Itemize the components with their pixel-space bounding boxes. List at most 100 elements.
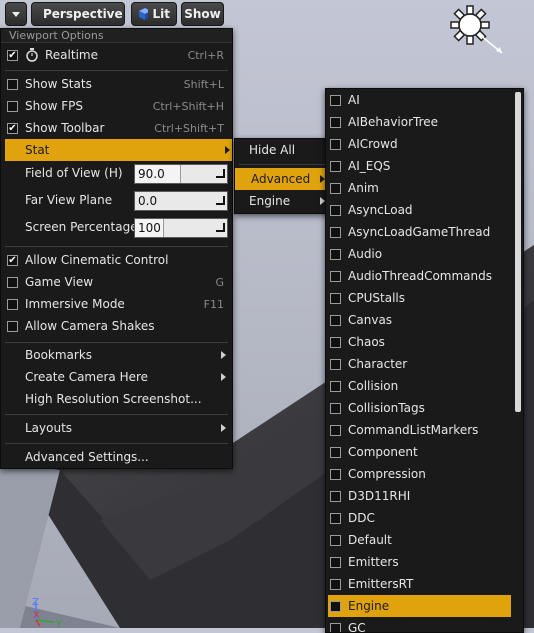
stat-checkbox[interactable] <box>330 249 341 260</box>
stat-checkbox[interactable] <box>330 381 341 392</box>
advanced-stat-item[interactable]: Default <box>328 529 511 551</box>
realtime-clock-icon <box>25 48 39 62</box>
show-fps-checkbox[interactable] <box>7 101 18 112</box>
screen-percentage-spinbox[interactable]: 100 <box>134 218 228 238</box>
advanced-stat-label: AsyncLoadGameThread <box>348 225 490 239</box>
stat-checkbox[interactable] <box>330 227 341 238</box>
stat-label: Stat <box>7 143 49 157</box>
advanced-stat-item[interactable]: CommandListMarkers <box>328 419 511 441</box>
game-view-item[interactable]: Game View G <box>5 271 228 293</box>
show-button[interactable]: Show <box>181 2 224 26</box>
allow-cinematic-checkbox[interactable] <box>7 255 18 266</box>
advanced-stat-item[interactable]: Anim <box>328 177 511 199</box>
show-fps-item[interactable]: Show FPS Ctrl+Shift+H <box>5 95 228 117</box>
advanced-stat-item[interactable]: Engine <box>328 595 511 617</box>
scrollbar[interactable] <box>515 92 521 412</box>
advanced-stats-submenu: AIAIBehaviorTreeAICrowdAI_EQSAnim AsyncLo… <box>325 88 524 633</box>
stat-checkbox[interactable] <box>330 117 341 128</box>
advanced-item[interactable]: Advanced <box>235 168 327 190</box>
advanced-stat-item[interactable]: Audio <box>328 243 511 265</box>
show-stats-item[interactable]: Show Stats Shift+L <box>5 73 228 95</box>
viewport-options-dropdown[interactable] <box>5 2 27 26</box>
far-view-plane-label: Far View Plane <box>7 193 112 207</box>
stat-checkbox[interactable] <box>330 205 341 216</box>
stat-checkbox[interactable] <box>330 579 341 590</box>
camera-shakes-checkbox[interactable] <box>7 321 18 332</box>
create-camera-item[interactable]: Create Camera Here <box>5 366 228 388</box>
stat-checkbox[interactable] <box>330 535 341 546</box>
advanced-stat-item[interactable]: Emitters <box>328 551 511 573</box>
stat-checkbox[interactable] <box>330 491 341 502</box>
hires-screenshot-item[interactable]: High Resolution Screenshot... <box>5 388 228 410</box>
show-toolbar-item[interactable]: Show Toolbar Ctrl+Shift+T <box>5 117 228 139</box>
stat-checkbox[interactable] <box>330 425 341 436</box>
advanced-stat-item[interactable]: AsyncLoadGameThread <box>328 221 511 243</box>
stat-checkbox[interactable] <box>330 315 341 326</box>
submenu-arrow-icon <box>225 146 230 154</box>
realtime-checkbox[interactable] <box>7 50 18 61</box>
advanced-settings-item[interactable]: Advanced Settings... <box>5 446 228 468</box>
advanced-stat-item[interactable]: Character <box>328 353 511 375</box>
advanced-stat-item[interactable]: Collision <box>328 375 511 397</box>
allow-cinematic-item[interactable]: Allow Cinematic Control <box>5 249 228 271</box>
advanced-stat-item[interactable]: AI_EQS <box>328 155 511 177</box>
stat-checkbox[interactable] <box>330 271 341 282</box>
advanced-stat-item[interactable]: Canvas <box>328 309 511 331</box>
stat-checkbox[interactable] <box>330 337 341 348</box>
advanced-stat-item[interactable]: GC <box>328 617 511 633</box>
advanced-stat-label: AsyncLoad <box>348 203 413 217</box>
stat-checkbox[interactable] <box>330 403 341 414</box>
advanced-stat-item[interactable]: EmittersRT <box>328 573 511 595</box>
show-toolbar-label: Show Toolbar <box>25 121 104 135</box>
perspective-button[interactable]: Perspective <box>31 2 125 26</box>
camera-shakes-item[interactable]: Allow Camera Shakes <box>5 315 228 337</box>
realtime-shortcut: Ctrl+R <box>188 49 224 62</box>
advanced-stat-item[interactable]: CollisionTags <box>328 397 511 419</box>
game-view-checkbox[interactable] <box>7 277 18 288</box>
advanced-stat-item[interactable]: D3D11RHI <box>328 485 511 507</box>
advanced-stat-item[interactable]: Compression <box>328 463 511 485</box>
allow-cinematic-label: Allow Cinematic Control <box>25 253 168 267</box>
stat-checkbox[interactable] <box>330 469 341 480</box>
axis-x-label: X <box>33 610 40 621</box>
advanced-stat-item[interactable]: DDC <box>328 507 511 529</box>
advanced-stat-item[interactable]: AudioThreadCommands <box>328 265 511 287</box>
stat-checkbox[interactable] <box>330 183 341 194</box>
stat-checkbox[interactable] <box>330 447 341 458</box>
hide-all-item[interactable]: Hide All <box>247 139 327 161</box>
stat-item[interactable]: Stat <box>5 139 232 161</box>
stat-checkbox[interactable] <box>330 139 341 150</box>
advanced-stat-label: CPUStalls <box>348 291 405 305</box>
show-stats-checkbox[interactable] <box>7 79 18 90</box>
advanced-stat-item[interactable]: Chaos <box>328 331 511 353</box>
stat-checkbox[interactable] <box>330 513 341 524</box>
advanced-stat-label: Emitters <box>348 555 399 569</box>
stat-checkbox[interactable] <box>330 601 341 612</box>
immersive-mode-checkbox[interactable] <box>7 299 18 310</box>
advanced-stat-item[interactable]: AICrowd <box>328 133 511 155</box>
realtime-item[interactable]: Realtime Ctrl+R <box>5 44 228 66</box>
layouts-item[interactable]: Layouts <box>5 417 228 439</box>
far-view-plane-spinbox[interactable]: 0.0 <box>134 191 228 211</box>
stat-checkbox[interactable] <box>330 359 341 370</box>
stat-checkbox[interactable] <box>330 161 341 172</box>
advanced-stat-item[interactable]: Component <box>328 441 511 463</box>
directional-light-icon[interactable] <box>446 5 506 57</box>
advanced-stat-item[interactable]: CPUStalls <box>328 287 511 309</box>
stat-checkbox[interactable] <box>330 293 341 304</box>
advanced-stat-item[interactable]: AI <box>328 89 511 111</box>
stat-checkbox[interactable] <box>330 557 341 568</box>
separator <box>5 246 228 247</box>
resize-handle-icon <box>216 169 225 178</box>
engine-item[interactable]: Engine <box>247 190 327 212</box>
bookmarks-item[interactable]: Bookmarks <box>5 344 228 366</box>
fov-spinbox[interactable]: 90.0 <box>134 164 228 184</box>
advanced-stat-item[interactable]: AsyncLoad <box>328 199 511 221</box>
game-view-shortcut: G <box>215 276 224 289</box>
immersive-mode-item[interactable]: Immersive Mode F11 <box>5 293 228 315</box>
stat-checkbox[interactable] <box>330 95 341 106</box>
show-toolbar-checkbox[interactable] <box>7 123 18 134</box>
perspective-label: Perspective <box>43 7 123 21</box>
advanced-stat-item[interactable]: AIBehaviorTree <box>328 111 511 133</box>
lit-button[interactable]: Lit <box>131 2 177 26</box>
